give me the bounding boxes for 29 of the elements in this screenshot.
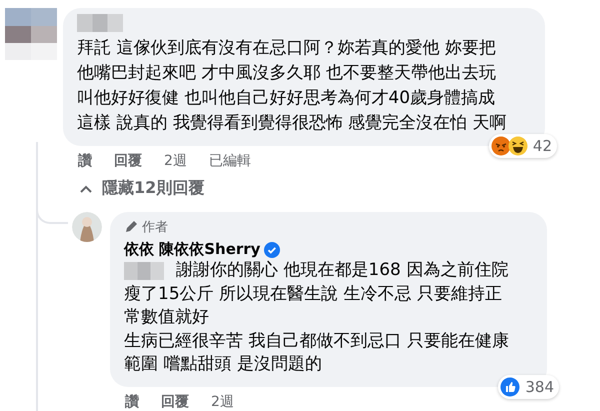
- comment-text-line: 叫他好好復健 也叫他自己好好思考為何才40歲身體搞成: [77, 87, 496, 110]
- reply-link[interactable]: 回覆: [161, 392, 189, 410]
- avatar: [72, 212, 102, 242]
- comment-text-line: 這樣 說真的 我覺得看到覺得很恐怖 感覺完全沒在怕 天啊: [77, 112, 508, 135]
- avatar: [5, 8, 57, 60]
- timestamp: 2週: [164, 152, 187, 170]
- haha-reaction-icon: [508, 136, 528, 156]
- comment-text-line: 他嘴巴封起來吧 才中風沒多久耶 也不要整天帶他出去玩: [77, 62, 497, 85]
- angry-reaction-icon: [490, 136, 511, 156]
- hide-replies-link[interactable]: 隱藏12則回覆: [102, 178, 204, 199]
- author-label: 作者: [142, 219, 168, 236]
- comment-text-line: 常數值就好: [124, 306, 210, 329]
- comment-text-line: 謝謝你的關心 他現在都是168 因為之前住院: [176, 259, 508, 282]
- like-link[interactable]: 讚: [78, 152, 92, 170]
- like-link[interactable]: 讚: [125, 392, 139, 410]
- comment-text-line: 生病已經很辛苦 我自己都做不到忌口 只要能在健康: [124, 330, 510, 352]
- blurred-name: [77, 14, 123, 32]
- comment-text-line: 範圍 嚐點甜頭 是沒問題的: [124, 353, 323, 376]
- like-reaction-icon: [500, 376, 520, 396]
- chevron-up-icon: [80, 184, 92, 192]
- comment-text-line: 瘦了15公斤 所以現在醫生說 生冷不忌 只要維持正: [124, 282, 503, 306]
- edited-label: 已編輯: [208, 152, 251, 170]
- comment-text-line: 拜託 這傢伙到底有沒有在忌口阿？妳若真的愛他 妳要把: [77, 37, 497, 60]
- reply-link[interactable]: 回覆: [114, 152, 142, 170]
- author-name[interactable]: 依依 陳依依Sherry: [124, 240, 260, 259]
- reaction-count[interactable]: 384: [498, 374, 559, 398]
- timestamp: 2週: [211, 392, 234, 410]
- reaction-count[interactable]: 42: [488, 134, 557, 158]
- pencil-icon: [124, 220, 138, 234]
